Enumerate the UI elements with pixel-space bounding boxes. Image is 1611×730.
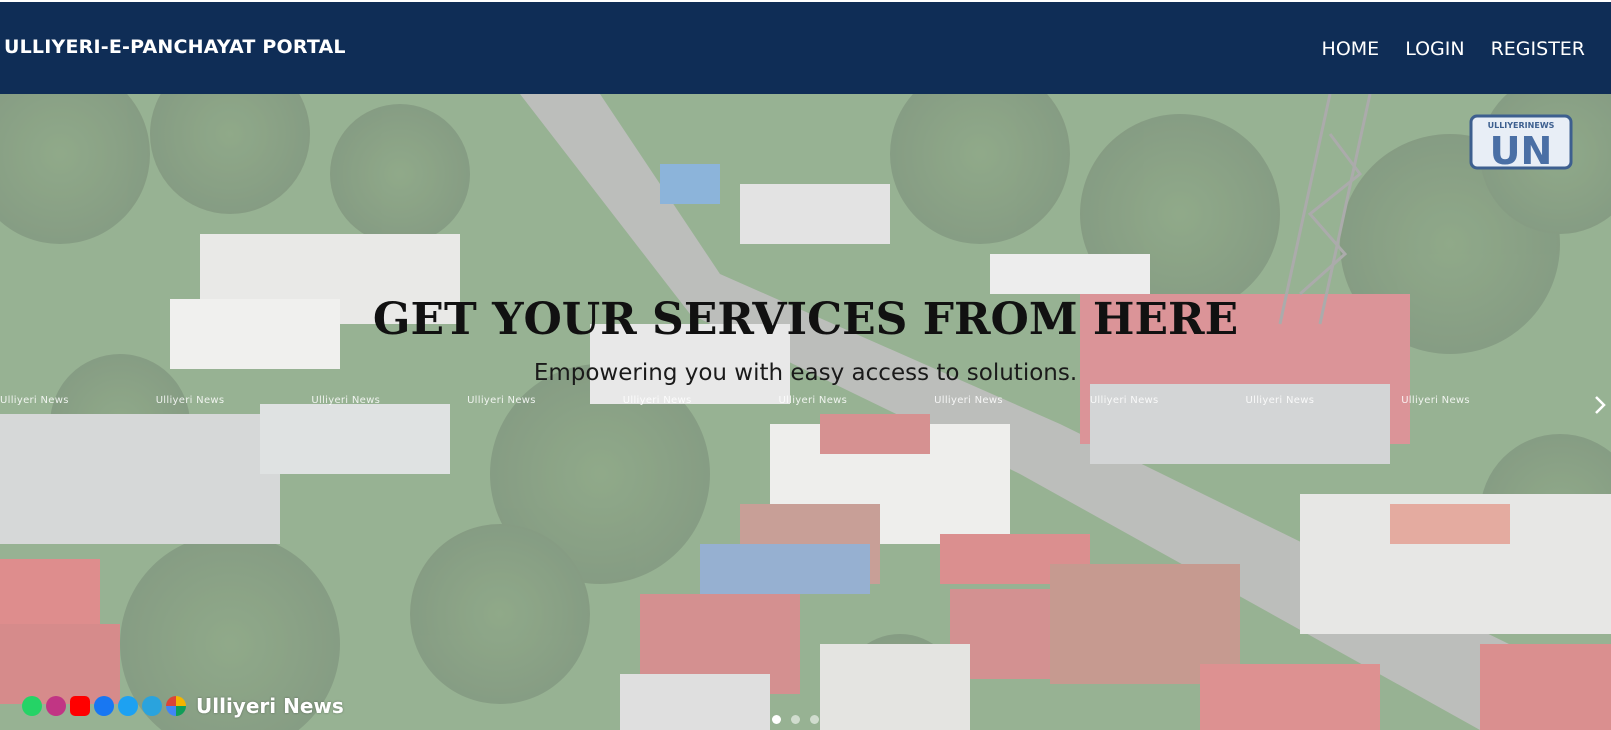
hero-overlay — [0, 94, 1611, 730]
carousel-indicators — [772, 715, 819, 724]
carousel-indicator-2[interactable] — [791, 715, 800, 724]
social-channel-name: Ulliyeri News — [196, 694, 344, 718]
hero-subtitle: Empowering you with easy access to solut… — [533, 360, 1078, 386]
social-bar: Ulliyeri News — [22, 694, 344, 718]
youtube-icon — [70, 696, 90, 716]
watermark-strip: Ulliyeri News Ulliyeri News Ulliyeri New… — [0, 395, 1470, 406]
portal-brand[interactable]: ULLIYERI-E-PANCHAYAT PORTAL — [4, 36, 346, 58]
nav-register-link[interactable]: REGISTER — [1491, 38, 1585, 60]
facebook-icon — [94, 696, 114, 716]
svg-text:UN: UN — [1490, 129, 1553, 170]
instagram-icon — [46, 696, 66, 716]
telegram-icon — [142, 696, 162, 716]
apps-icon — [166, 696, 186, 716]
hero-title: GET YOUR SERVICES FROM HERE — [372, 294, 1239, 345]
nav-home-link[interactable]: HOME — [1322, 38, 1380, 60]
carousel-indicator-3[interactable] — [810, 715, 819, 724]
carousel-next-icon[interactable] — [1593, 394, 1607, 416]
whatsapp-icon — [22, 696, 42, 716]
main-nav: HOME LOGIN REGISTER — [1322, 38, 1585, 60]
carousel-indicator-1[interactable] — [772, 715, 781, 724]
top-navbar: ULLIYERI-E-PANCHAYAT PORTAL HOME LOGIN R… — [0, 0, 1611, 94]
twitter-icon — [118, 696, 138, 716]
hero-carousel: ULLIYERINEWS UN Ulliyeri News Ulliyeri N… — [0, 94, 1611, 730]
nav-login-link[interactable]: LOGIN — [1405, 38, 1464, 60]
channel-logo: ULLIYERINEWS UN — [1469, 114, 1573, 170]
